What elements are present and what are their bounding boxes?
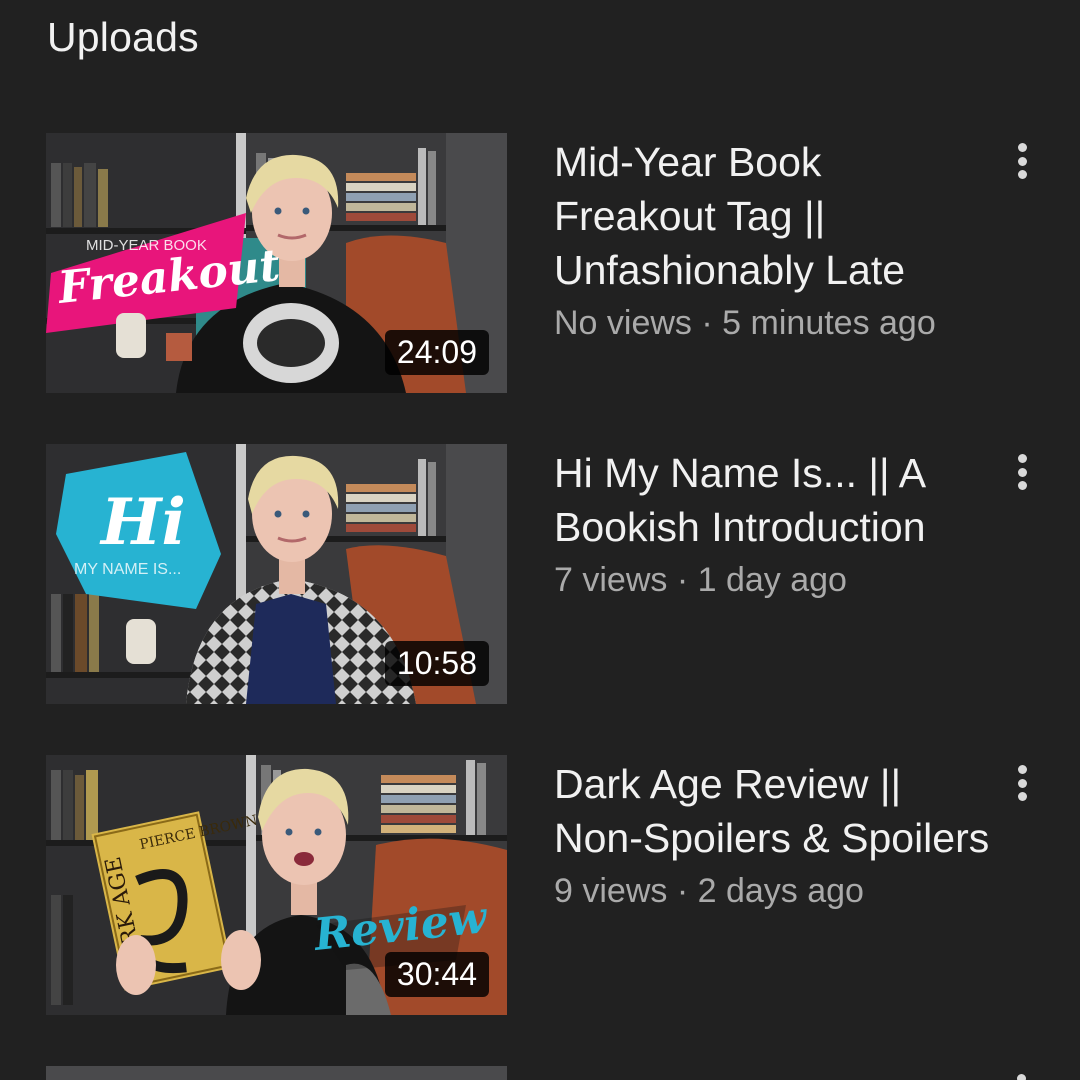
video-item[interactable]: PIERCE BROWN DARK AGE Review 30:44 Dark … bbox=[0, 755, 1080, 1015]
video-meta[interactable]: Hi My Name Is... || A Bookish Introducti… bbox=[554, 446, 994, 602]
video-meta[interactable]: Dark Age Review || Non-Spoilers & Spoile… bbox=[554, 757, 994, 913]
video-duration: 10:58 bbox=[384, 641, 489, 686]
view-count: 7 views bbox=[554, 561, 668, 599]
separator: · bbox=[701, 304, 713, 342]
video-stats: 7 views · 1 day ago bbox=[554, 558, 994, 602]
upload-age: 1 day ago bbox=[697, 561, 847, 599]
video-thumbnail[interactable] bbox=[46, 1066, 507, 1080]
video-title[interactable]: Mid-Year Book Freakout Tag || Unfashiona… bbox=[554, 135, 994, 297]
video-thumbnail[interactable]: Hi MY NAME IS... 10:58 bbox=[46, 444, 507, 704]
separator: · bbox=[676, 561, 689, 599]
more-vert-icon[interactable] bbox=[1006, 448, 1038, 496]
video-title[interactable]: Hi My Name Is... || A Bookish Introducti… bbox=[554, 446, 994, 554]
video-title[interactable]: August TBR || 2019 bbox=[554, 1070, 910, 1080]
view-count: 9 views bbox=[554, 872, 668, 910]
video-thumbnail[interactable]: MID-YEAR BOOK Freakout 24:09 bbox=[46, 133, 507, 393]
upload-age: 5 minutes ago bbox=[722, 304, 936, 342]
separator: · bbox=[676, 872, 689, 910]
video-duration: 30:44 bbox=[384, 952, 489, 997]
video-thumbnail[interactable]: PIERCE BROWN DARK AGE Review 30:44 bbox=[46, 755, 507, 1015]
video-item-partial[interactable]: August TBR || 2019 bbox=[0, 1066, 1080, 1080]
overlay-title: Hi bbox=[99, 485, 186, 560]
video-item[interactable]: MID-YEAR BOOK Freakout 24:09 Mid-Year Bo… bbox=[0, 133, 1080, 393]
video-duration: 24:09 bbox=[384, 330, 489, 375]
video-item[interactable]: Hi MY NAME IS... 10:58 Hi My Name Is... … bbox=[0, 444, 1080, 704]
overlay-subtitle: MY NAME IS... bbox=[74, 561, 181, 578]
more-vert-icon[interactable] bbox=[1006, 759, 1038, 807]
video-stats: No views · 5 minutes ago bbox=[554, 301, 994, 345]
upload-age: 2 days ago bbox=[697, 872, 864, 910]
video-title[interactable]: Dark Age Review || Non-Spoilers & Spoile… bbox=[554, 757, 994, 865]
view-count: No views bbox=[554, 304, 692, 342]
section-title: Uploads bbox=[47, 14, 199, 60]
video-meta[interactable]: Mid-Year Book Freakout Tag || Unfashiona… bbox=[554, 135, 994, 345]
more-vert-icon[interactable] bbox=[1006, 137, 1038, 185]
video-stats: 9 views · 2 days ago bbox=[554, 869, 994, 913]
more-vert-icon[interactable] bbox=[1017, 1074, 1026, 1080]
